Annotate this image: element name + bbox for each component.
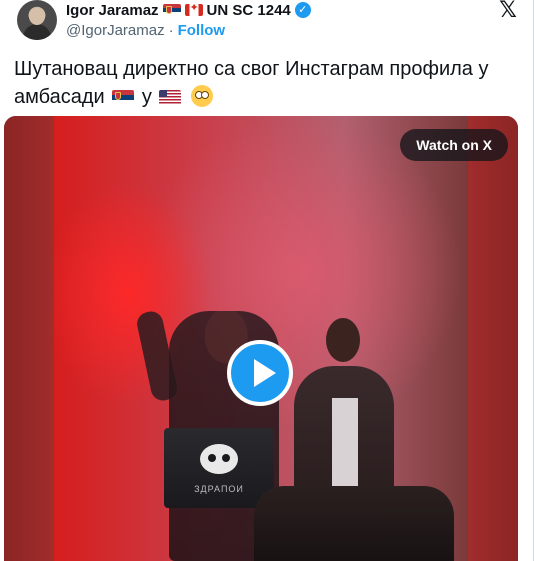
play-icon[interactable] [227, 340, 293, 406]
handle-row: @IgorJaramaz · Follow [66, 21, 225, 39]
face-with-rolling-eyes-icon [190, 85, 213, 107]
video-frame: ЗДРАПОИ [54, 116, 518, 561]
avatar-body [23, 24, 51, 40]
follow-button[interactable]: Follow [178, 22, 226, 39]
dj-equipment [254, 486, 454, 561]
tweet-header: Igor Jaramaz UN SC 1244 ✓ @IgorJaramaz ·… [14, 0, 521, 48]
usa-flag-icon [159, 90, 182, 106]
tweet-card: Igor Jaramaz UN SC 1244 ✓ @IgorJaramaz ·… [0, 0, 534, 561]
laptop-brand: ЗДРАПОИ [194, 484, 244, 494]
author-name[interactable]: Igor Jaramaz [66, 2, 159, 19]
video-blur-left [4, 116, 54, 561]
x-logo-icon[interactable]: 𝕏 [497, 0, 519, 22]
author-name-row[interactable]: Igor Jaramaz UN SC 1244 ✓ [66, 0, 311, 20]
canada-flag-icon [184, 4, 203, 16]
watch-on-x-button[interactable]: Watch on X [400, 129, 508, 161]
avatar[interactable] [17, 0, 57, 40]
author-name-suffix[interactable]: UN SC 1244 [207, 2, 291, 19]
avatar-face [29, 8, 45, 25]
tweet-text: Шутановац директно са свог Инстаграм про… [14, 55, 514, 111]
serbia-flag-icon [162, 4, 181, 16]
tweet-text-part1: Шутановац директно са свог Инстаграм про… [14, 58, 489, 108]
video-player[interactable]: ЗДРАПОИ Watch on X [4, 116, 518, 561]
author-handle[interactable]: @IgorJaramaz [66, 22, 165, 39]
laptop: ЗДРАПОИ [164, 428, 274, 508]
person-dj-head [326, 318, 360, 362]
serbia-flag-icon [112, 90, 135, 106]
separator-dot: · [168, 21, 174, 39]
tweet-text-part2: у [141, 86, 152, 108]
video-blur-right [468, 116, 518, 561]
verified-badge-icon[interactable]: ✓ [294, 2, 311, 18]
panda-logo-icon [200, 444, 238, 474]
